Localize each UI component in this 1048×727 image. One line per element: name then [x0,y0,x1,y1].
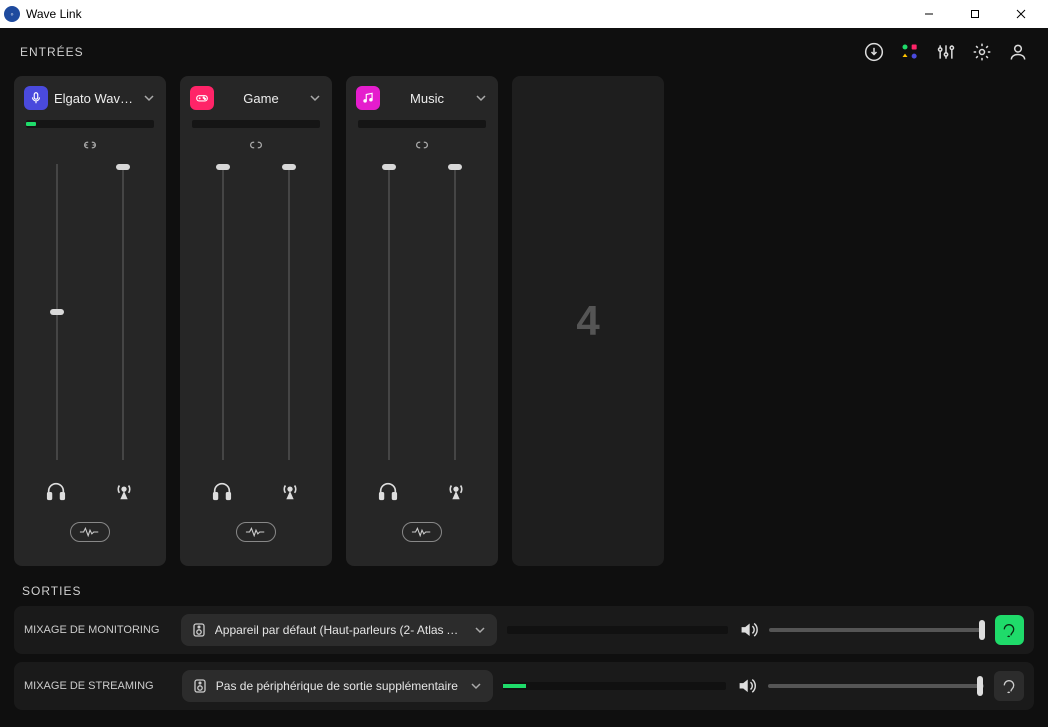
mic-icon [24,86,48,110]
window-minimize-button[interactable] [906,0,952,28]
device-name: Pas de périphérique de sortie supplément… [216,679,462,693]
input-card: Game [180,76,332,566]
link-toggle-icon[interactable] [412,138,432,152]
chevron-down-icon[interactable] [142,91,156,105]
gamepad-icon [190,86,214,110]
speaker-icon [192,678,208,694]
link-toggle-icon[interactable] [80,138,100,152]
broadcast-icon[interactable] [111,478,137,504]
music-icon [356,86,380,110]
fader-monitor[interactable] [382,164,396,460]
empty-input-slot[interactable]: 4 [512,76,664,566]
settings-icon[interactable] [972,42,992,62]
output-level-meter [507,626,728,634]
fader-monitor[interactable] [216,164,230,460]
output-row-monitoring: MIXAGE DE MONITORING Appareil par défaut… [14,606,1034,654]
input-name: Game [220,91,302,106]
volume-icon[interactable] [736,675,758,697]
mixer-icon[interactable] [936,42,956,62]
volume-icon[interactable] [738,619,760,641]
apps-grid-icon[interactable] [900,42,920,62]
broadcast-icon[interactable] [443,478,469,504]
device-select-monitoring[interactable]: Appareil par défaut (Haut-parleurs (2- A… [181,614,497,646]
outputs-section-label: SORTIES [0,566,1048,606]
input-card: Elgato Wave … [14,76,166,566]
effects-button[interactable] [402,522,442,542]
headphones-icon[interactable] [43,478,69,504]
app-title: Wave Link [26,7,906,21]
output-label: MIXAGE DE STREAMING [24,680,172,692]
listen-button-streaming[interactable] [994,671,1024,701]
profile-icon[interactable] [1008,42,1028,62]
chevron-down-icon [473,623,487,637]
app-icon: ◦ [4,6,20,22]
chevron-down-icon [469,679,483,693]
headphones-icon[interactable] [209,478,235,504]
device-name: Appareil par défaut (Haut-parleurs (2- A… [215,623,465,637]
effects-button[interactable] [70,522,110,542]
download-icon[interactable] [864,42,884,62]
volume-slider-streaming[interactable] [768,684,985,688]
window-titlebar: ◦ Wave Link [0,0,1048,28]
headphones-icon[interactable] [375,478,401,504]
output-level-meter [503,682,726,690]
listen-button-monitoring[interactable] [995,615,1024,645]
input-card: Music [346,76,498,566]
device-select-streaming[interactable]: Pas de périphérique de sortie supplément… [182,670,494,702]
output-label: MIXAGE DE MONITORING [24,624,171,636]
fader-stream[interactable] [282,164,296,460]
chevron-down-icon[interactable] [308,91,322,105]
input-name: Music [386,91,468,106]
output-row-streaming: MIXAGE DE STREAMING Pas de périphérique … [14,662,1034,710]
inputs-grid: Elgato Wave … Game [0,76,1048,566]
fader-monitor[interactable] [50,164,64,460]
header-bar: ENTRÉES [0,28,1048,76]
chevron-down-icon[interactable] [474,91,488,105]
fader-stream[interactable] [448,164,462,460]
input-name: Elgato Wave … [54,91,136,106]
input-level-meter [26,120,154,128]
window-maximize-button[interactable] [952,0,998,28]
inputs-section-label: ENTRÉES [20,45,864,59]
input-level-meter [192,120,320,128]
effects-button[interactable] [236,522,276,542]
fader-stream[interactable] [116,164,130,460]
window-close-button[interactable] [998,0,1044,28]
input-level-meter [358,120,486,128]
speaker-icon [191,622,207,638]
broadcast-icon[interactable] [277,478,303,504]
volume-slider-monitoring[interactable] [769,628,984,632]
link-toggle-icon[interactable] [246,138,266,152]
